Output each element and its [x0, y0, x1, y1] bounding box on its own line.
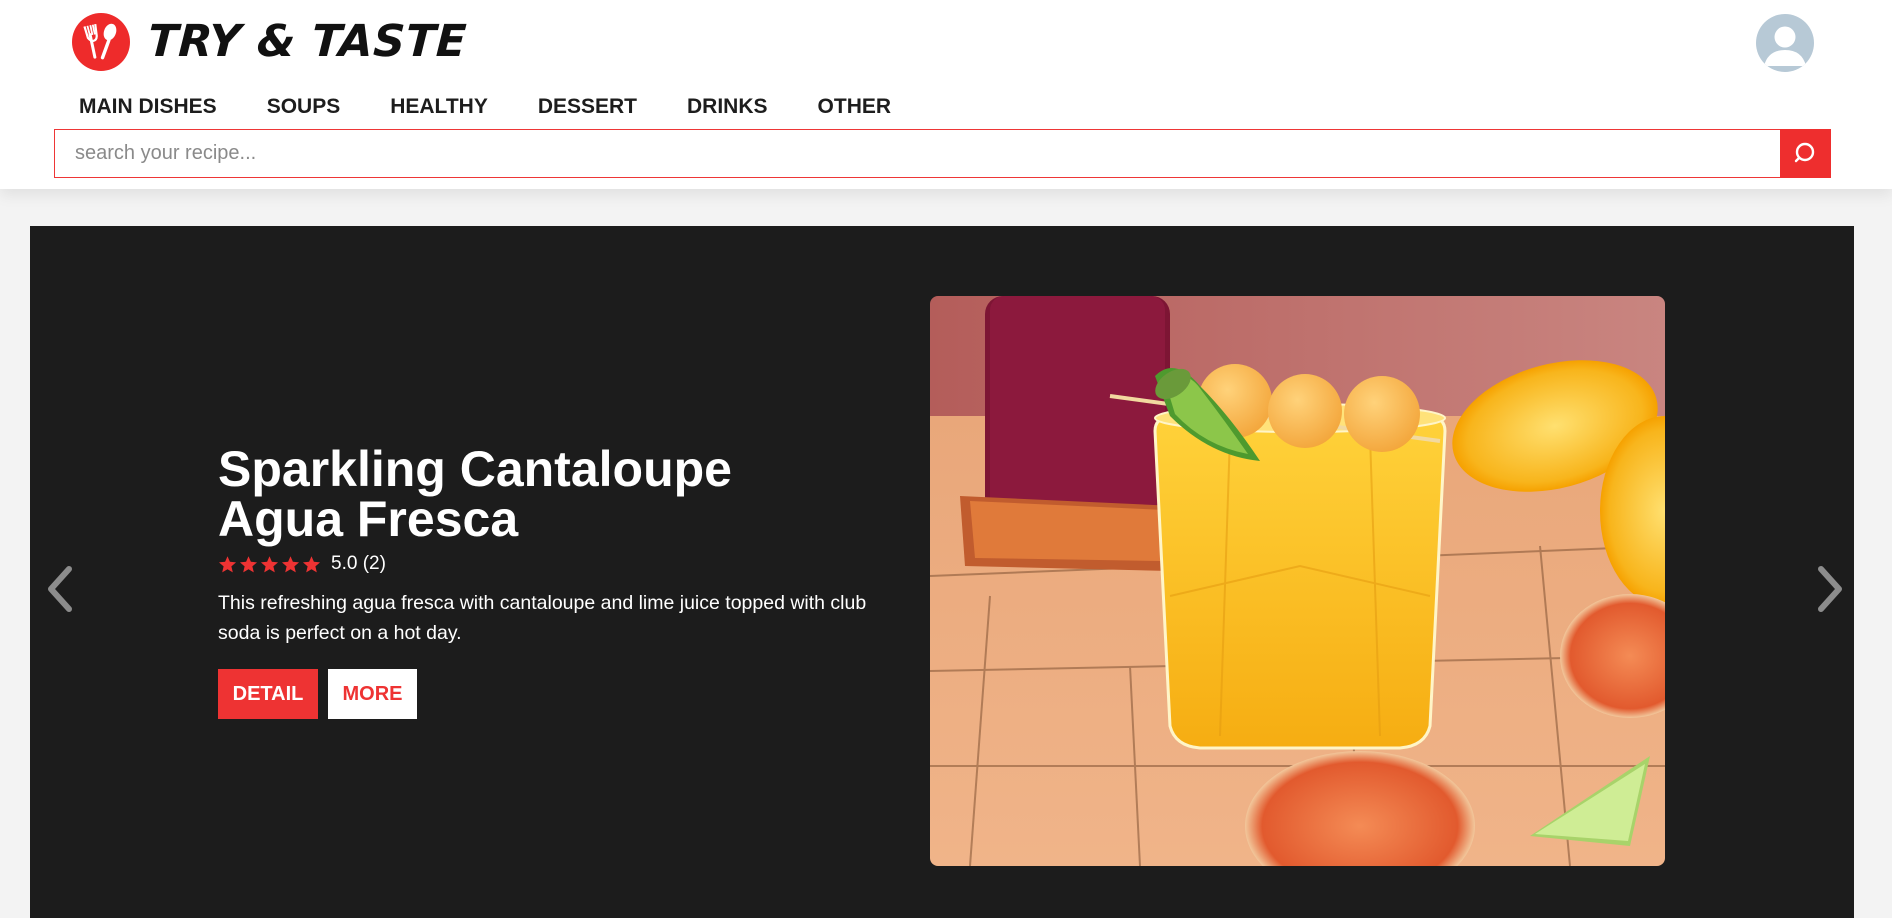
star-icon [260, 555, 279, 572]
recipe-rating: 5.0 (2) [218, 551, 386, 577]
detail-button[interactable]: DETAIL [218, 669, 318, 719]
user-avatar-icon[interactable] [1756, 14, 1814, 72]
search-input[interactable] [55, 130, 1779, 176]
star-icon [302, 555, 321, 572]
nav-item-drinks[interactable]: DRINKS [687, 92, 768, 122]
rating-value: 5.0 (2) [331, 553, 386, 574]
search-bar [54, 128, 1831, 178]
nav-item-main-dishes[interactable]: MAIN DISHES [79, 92, 217, 122]
brand-name[interactable]: TRY & TASTE [146, 12, 468, 72]
chevron-right-icon [1818, 566, 1842, 612]
recipe-image[interactable] [930, 296, 1665, 866]
fork-spoon-icon[interactable] [72, 13, 130, 71]
nav-item-healthy[interactable]: HEALTHY [390, 92, 488, 122]
nav-item-dessert[interactable]: DESSERT [538, 92, 637, 122]
star-icon [218, 555, 237, 572]
nav-item-soups[interactable]: SOUPS [267, 92, 341, 122]
hero-carousel: Sparkling Cantaloupe Agua Fresca 5.0 (2)… [30, 226, 1854, 918]
carousel-next-button[interactable] [1810, 559, 1850, 619]
carousel-prev-button[interactable] [40, 559, 80, 619]
more-button[interactable]: MORE [328, 669, 417, 719]
category-nav: MAIN DISHES SOUPS HEALTHY DESSERT DRINKS… [79, 92, 941, 122]
star-icon [239, 555, 258, 572]
search-button[interactable] [1779, 128, 1831, 178]
recipe-title: Sparkling Cantaloupe Agua Fresca [218, 441, 732, 547]
nav-item-other[interactable]: OTHER [818, 92, 892, 122]
chevron-left-icon [48, 566, 72, 612]
search-icon [1794, 142, 1815, 163]
star-icon [281, 555, 300, 572]
site-header: TRY & TASTE MAIN DISHES SOUPS HEALTHY DE… [0, 0, 1892, 189]
star-rating [218, 555, 321, 574]
recipe-description: This refreshing agua fresca with cantalo… [218, 592, 867, 644]
